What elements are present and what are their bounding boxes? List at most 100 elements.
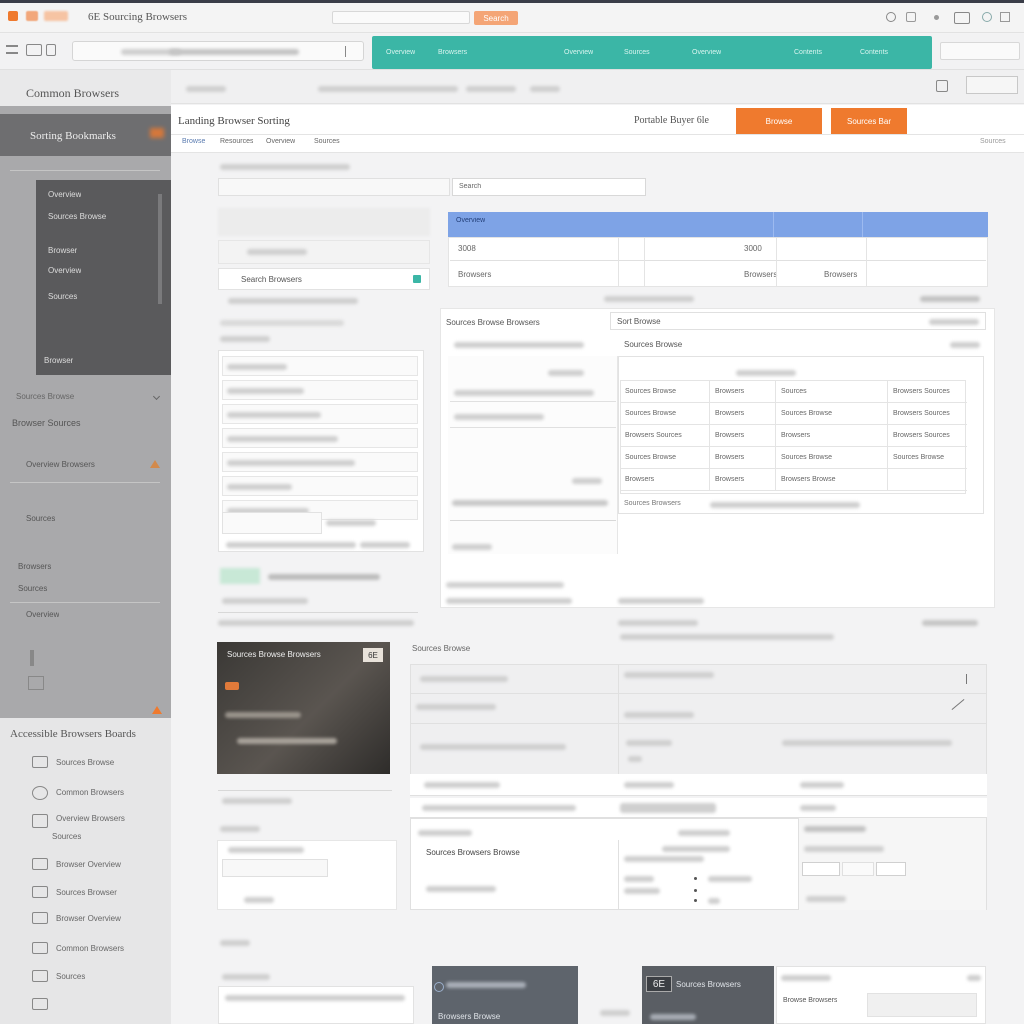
sec2-right-field[interactable] bbox=[802, 862, 840, 876]
form-label: Sources Browse Browsers bbox=[446, 318, 540, 327]
thumb-card-skel bbox=[228, 847, 304, 853]
tab-overview-3[interactable]: Overview bbox=[692, 49, 721, 56]
thumbnail[interactable]: Sources Browse Browsers 6E bbox=[217, 642, 390, 774]
filter-field[interactable] bbox=[218, 178, 450, 196]
dark-item-4[interactable]: Sources bbox=[48, 292, 77, 301]
subtab-3[interactable]: Sources bbox=[314, 138, 340, 145]
sidebar-list-1[interactable]: Common Browsers bbox=[56, 788, 124, 797]
dark-item-1[interactable]: Sources Browse bbox=[48, 212, 106, 221]
mid-left-skel-3 bbox=[454, 414, 544, 420]
grid-icon[interactable] bbox=[26, 44, 42, 56]
search-input-text: Search bbox=[459, 183, 482, 190]
sec2-r3-skel-4 bbox=[628, 756, 642, 762]
subtab-1[interactable]: Resources bbox=[220, 138, 253, 145]
sec2-row-2[interactable] bbox=[410, 694, 987, 724]
dark-item-0[interactable]: Overview bbox=[48, 190, 81, 199]
subbar-button[interactable] bbox=[966, 76, 1018, 94]
dark-item-3[interactable]: Overview bbox=[48, 266, 81, 275]
close-icon[interactable] bbox=[1000, 12, 1010, 22]
thumb-skel-2 bbox=[220, 826, 260, 832]
sec2-row-3[interactable] bbox=[410, 774, 987, 796]
sec2-right-field-3[interactable] bbox=[876, 862, 906, 876]
grid-cell: Sources bbox=[781, 388, 807, 395]
sidebar-list-6[interactable]: Browser Overview bbox=[56, 914, 121, 923]
toolbar-right-field[interactable] bbox=[940, 42, 1020, 60]
dark-item-2[interactable]: Browser bbox=[48, 246, 77, 255]
form-row[interactable] bbox=[222, 428, 418, 448]
sidebar-list-4[interactable]: Browser Overview bbox=[56, 860, 121, 869]
form-field[interactable]: Sort Browse bbox=[610, 312, 986, 330]
left-card[interactable] bbox=[218, 240, 430, 264]
sidebar-sub-5[interactable]: Sources bbox=[18, 584, 47, 593]
dark-item-5[interactable]: Browser bbox=[44, 356, 73, 365]
sidebar-list-0[interactable]: Sources Browse bbox=[56, 758, 114, 767]
dark-panel-scrollbar[interactable] bbox=[158, 194, 162, 304]
bottom-dark-card-2[interactable]: 6E Sources Browsers bbox=[642, 966, 774, 1024]
sidebar-sub-1[interactable]: Browser Sources bbox=[12, 418, 81, 428]
user-icon[interactable] bbox=[982, 12, 992, 22]
sec2-row-4[interactable] bbox=[410, 798, 987, 818]
address-bar[interactable] bbox=[72, 41, 364, 61]
top-table-r2-c2: Browsers bbox=[744, 270, 778, 279]
form-row[interactable] bbox=[222, 452, 418, 472]
list-icon-0 bbox=[32, 756, 48, 768]
browse-button[interactable]: Browse bbox=[736, 108, 822, 134]
sidebar-list-7[interactable]: Common Browsers bbox=[56, 944, 124, 953]
bottom-card-1[interactable] bbox=[218, 986, 414, 1024]
help-icon[interactable] bbox=[886, 12, 896, 22]
thumb-card[interactable] bbox=[217, 840, 397, 910]
sidebar-sub-6[interactable]: Overview bbox=[26, 610, 59, 619]
layout-icon[interactable] bbox=[46, 44, 56, 56]
top-table-row-1[interactable] bbox=[450, 238, 986, 261]
subtab-2[interactable]: Overview bbox=[266, 138, 295, 145]
search-tag-button[interactable]: Search bbox=[474, 11, 518, 25]
page-link[interactable]: Sources bbox=[980, 138, 1006, 145]
menu-icon[interactable] bbox=[6, 45, 18, 54]
window-icon[interactable] bbox=[954, 12, 970, 24]
sec2-right-skel bbox=[804, 826, 866, 832]
form-row[interactable] bbox=[222, 356, 418, 376]
search-input[interactable]: Search bbox=[452, 178, 646, 196]
bottom-dark-card[interactable]: Browsers Browse bbox=[432, 966, 578, 1024]
left-green-btn[interactable] bbox=[220, 568, 260, 584]
tab-browsers[interactable]: Browsers bbox=[438, 49, 467, 56]
tab-overview[interactable]: Overview bbox=[386, 49, 415, 56]
grid-cell: Browsers Sources bbox=[893, 388, 950, 395]
tab-contents[interactable]: Contents bbox=[794, 49, 822, 56]
sidebar-list-3[interactable]: Sources bbox=[52, 832, 81, 841]
page-title: Landing Browser Sorting bbox=[178, 115, 290, 127]
form-row[interactable] bbox=[222, 476, 418, 496]
subtab-0[interactable]: Browse bbox=[182, 138, 205, 145]
tab-overview-2[interactable]: Overview bbox=[564, 49, 593, 56]
tab-contents-2[interactable]: Contents bbox=[860, 49, 888, 56]
grid-cell: Browsers bbox=[715, 432, 745, 439]
sidebar-sub-0[interactable]: Sources Browse bbox=[16, 392, 74, 401]
mid-left-skel-4 bbox=[572, 478, 602, 484]
search-field[interactable] bbox=[332, 11, 470, 24]
sources-bar-button[interactable]: Sources Bar bbox=[831, 108, 907, 134]
settings-icon[interactable] bbox=[906, 12, 916, 22]
bottom-skel-2 bbox=[222, 974, 270, 980]
sidebar-list-5[interactable]: Sources Browser bbox=[56, 888, 117, 897]
form-row-skel bbox=[227, 412, 321, 418]
dot-icon bbox=[934, 15, 939, 20]
subbar-view-icon[interactable] bbox=[936, 80, 948, 92]
sec2-right-field-2[interactable] bbox=[842, 862, 874, 876]
sidebar-sub-4[interactable]: Browsers bbox=[18, 562, 51, 571]
sidebar-sub-3[interactable]: Sources bbox=[26, 514, 55, 523]
sidebar-list-2[interactable]: Overview Browsers bbox=[56, 814, 125, 823]
left-card-2[interactable]: Search Browsers bbox=[218, 268, 430, 290]
thumb-card-field[interactable] bbox=[222, 859, 328, 877]
thumb-caption bbox=[222, 798, 292, 804]
mid-skel-2 bbox=[950, 342, 980, 348]
sec2-detail-dot-2 bbox=[694, 889, 697, 892]
app-title: 6E Sourcing Browsers bbox=[88, 11, 187, 23]
form-row[interactable] bbox=[222, 404, 418, 424]
tab-sources[interactable]: Sources bbox=[624, 49, 650, 56]
sec2-r1-caret-icon[interactable] bbox=[966, 674, 967, 684]
sidebar-list-8[interactable]: Sources bbox=[56, 972, 85, 981]
form-row[interactable] bbox=[222, 380, 418, 400]
bottom-right-field[interactable] bbox=[867, 993, 977, 1017]
sidebar-sub-2[interactable]: Overview Browsers bbox=[26, 460, 95, 469]
bottom-skel-3 bbox=[600, 1010, 630, 1016]
